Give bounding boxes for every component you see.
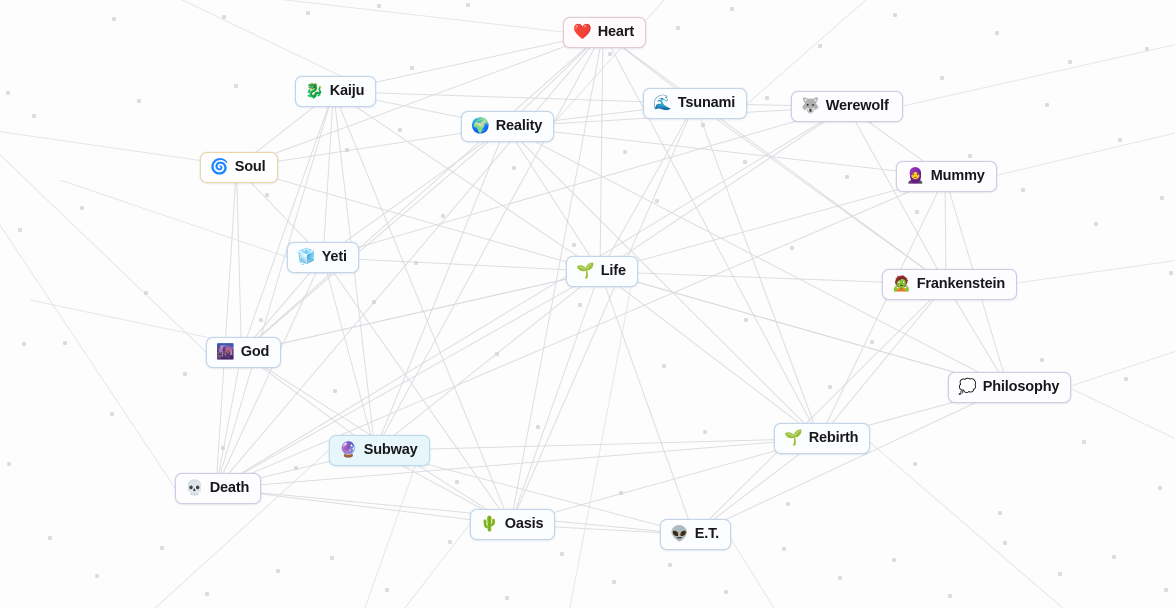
graph-node-label: Werewolf [825,98,889,115]
graph-node-kaiju[interactable]: 🐉 Kaiju [295,76,377,107]
graph-node-label: Reality [495,118,543,135]
graph-node-label: E.T. [694,526,720,543]
seedling-emoji: 🌱 [784,429,803,447]
graph-node-label: Yeti [321,249,347,266]
spiral-emoji: 🌀 [210,158,229,176]
crystal-ball-emoji: 🔮 [339,441,358,459]
graph-node-label: Kaiju [329,83,365,100]
ice-cube-emoji: 🧊 [297,248,316,266]
graph-node-life[interactable]: 🌱 Life [566,256,638,287]
graph-node-label: Mummy [930,168,985,185]
graph-node-label: Soul [234,159,266,176]
graph-node-label: Tsunami [677,95,736,112]
graph-node-label: Life [600,263,626,280]
graph-node-yeti[interactable]: 🧊 Yeti [287,242,359,273]
zombie-emoji: 🧟 [892,275,911,293]
heart-emoji: ❤️ [573,23,592,41]
graph-node-label: Oasis [504,516,544,533]
wolf-emoji: 🐺 [801,97,820,115]
graph-node-oasis[interactable]: 🌵 Oasis [470,509,556,540]
graph-node-soul[interactable]: 🌀 Soul [200,152,278,183]
graph-node-layer[interactable]: ❤️ Heart 🐉 Kaiju 🌊 Tsunami 🐺 Werewolf 🌍 Reality 🌀 S… [0,0,1175,608]
wave-emoji: 🌊 [653,94,672,112]
graph-node-mummy[interactable]: 🧕 Mummy [896,161,997,192]
element-graph-canvas[interactable]: ❤️ Heart 🐉 Kaiju 🌊 Tsunami 🐺 Werewolf 🌍 Reality 🌀 S… [0,0,1175,608]
graph-node-label: Death [209,480,250,497]
graph-node-label: Frankenstein [916,276,1006,293]
graph-node-tsunami[interactable]: 🌊 Tsunami [643,88,748,119]
graph-node-label: Rebirth [808,430,859,447]
graph-node-reality[interactable]: 🌍 Reality [461,111,555,142]
graph-node-label: Heart [597,24,635,41]
alien-emoji: 👽 [670,525,689,543]
graph-node-werewolf[interactable]: 🐺 Werewolf [791,91,903,122]
graph-node-label: God [240,344,270,361]
graph-node-god[interactable]: 🌆 God [206,337,282,368]
graph-node-philosophy[interactable]: 💭 Philosophy [948,372,1072,403]
graph-node-death[interactable]: 💀 Death [175,473,262,504]
mummy-emoji: 🧕 [906,167,925,185]
graph-node-subway[interactable]: 🔮 Subway [329,435,430,466]
graph-node-label: Subway [363,442,418,459]
graph-node-label: Philosophy [982,379,1060,396]
globe-emoji: 🌍 [471,117,490,135]
graph-node-et[interactable]: 👽 E.T. [660,519,732,550]
seedling-emoji: 🌱 [576,262,595,280]
graph-node-frankenstein[interactable]: 🧟 Frankenstein [882,269,1018,300]
graph-node-heart[interactable]: ❤️ Heart [563,17,647,48]
skull-emoji: 💀 [185,479,204,497]
dragon-emoji: 🐉 [305,82,324,100]
thought-bubble-emoji: 💭 [958,378,977,396]
graph-node-rebirth[interactable]: 🌱 Rebirth [774,423,871,454]
cityscape-emoji: 🌆 [216,343,235,361]
cactus-emoji: 🌵 [480,515,499,533]
